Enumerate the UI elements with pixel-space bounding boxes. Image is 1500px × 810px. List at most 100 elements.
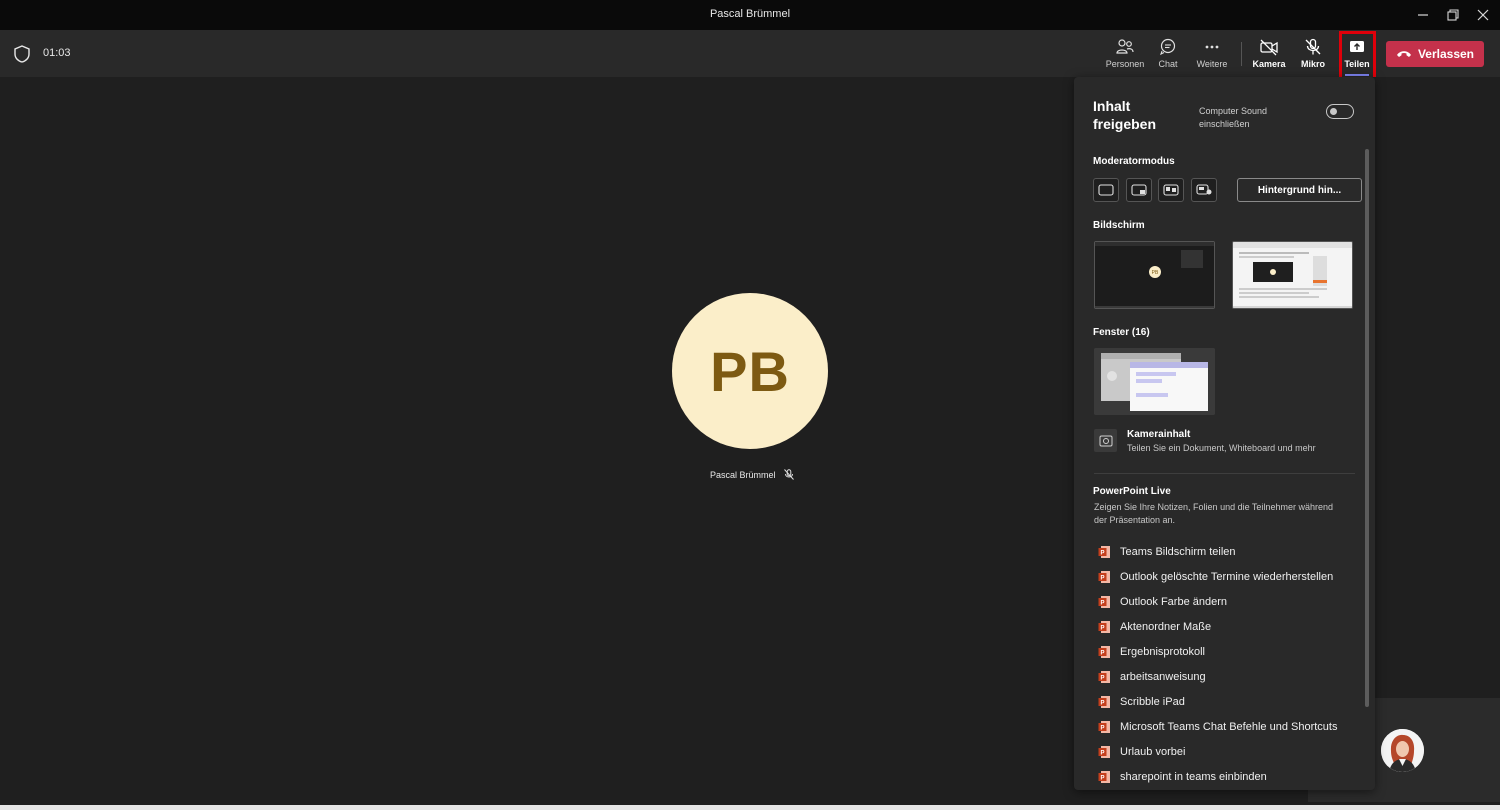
- leave-button[interactable]: Verlassen: [1386, 41, 1484, 67]
- windows-heading: Fenster (16): [1093, 327, 1150, 338]
- chat-button[interactable]: Chat: [1146, 36, 1190, 74]
- more-icon: [1205, 45, 1219, 49]
- powerpoint-file-icon: P: [1098, 745, 1111, 759]
- powerpoint-file-name: Scribble iPad: [1120, 695, 1185, 708]
- svg-text:P: P: [1100, 775, 1104, 781]
- meeting-timer: 01:03: [43, 47, 71, 59]
- mode-reporter-button[interactable]: [1191, 178, 1217, 202]
- leave-label: Verlassen: [1417, 47, 1475, 61]
- powerpoint-file-icon: P: [1098, 570, 1111, 584]
- powerpoint-file-item[interactable]: P Scribble iPad: [1098, 689, 1358, 714]
- svg-text:P: P: [1100, 675, 1104, 681]
- powerpoint-file-icon: P: [1098, 720, 1111, 734]
- svg-text:P: P: [1100, 550, 1104, 556]
- camera-content-subtitle: Teilen Sie ein Dokument, Whiteboard und …: [1127, 443, 1316, 453]
- window-title: Pascal Brümmel: [709, 8, 791, 20]
- chat-label: Chat: [1158, 59, 1178, 69]
- svg-text:P: P: [1100, 725, 1104, 731]
- powerpoint-file-icon: P: [1098, 545, 1111, 559]
- mic-label: Mikro: [1300, 59, 1325, 69]
- participant-name: Pascal Brümmel: [710, 469, 776, 480]
- powerpoint-subtitle: Zeigen Sie Ihre Notizen, Folien und die …: [1094, 502, 1333, 525]
- powerpoint-file-name: Outlook gelöschte Termine wiederherstell…: [1120, 570, 1334, 583]
- powerpoint-file-icon: P: [1098, 645, 1111, 659]
- mic-off-icon: [1305, 38, 1321, 55]
- mic-button[interactable]: Mikro: [1291, 36, 1335, 74]
- background-button[interactable]: Hintergrund hin...: [1237, 178, 1362, 202]
- powerpoint-file-list: P Teams Bildschirm teilen P Outlook gelö…: [1098, 539, 1358, 789]
- minimize-icon[interactable]: [1414, 6, 1432, 24]
- screen-1-thumbnail[interactable]: PB: [1094, 241, 1215, 309]
- powerpoint-file-name: Aktenordner Maße: [1120, 620, 1212, 633]
- powerpoint-file-item[interactable]: P Aktenordner Maße: [1098, 614, 1358, 639]
- powerpoint-file-item[interactable]: P Microsoft Teams Chat Befehle und Short…: [1098, 714, 1358, 739]
- mode-standout-button[interactable]: [1126, 178, 1152, 202]
- people-label: Personen: [1105, 59, 1145, 69]
- svg-text:P: P: [1100, 575, 1104, 581]
- powerpoint-file-name: Outlook Farbe ändern: [1120, 595, 1228, 608]
- powerpoint-file-icon: P: [1098, 695, 1111, 709]
- camera-content-title: Kamerainhalt: [1127, 429, 1191, 440]
- panel-scrollbar[interactable]: [1365, 149, 1369, 707]
- shield-icon: [13, 44, 31, 69]
- mode-side-by-side-button[interactable]: [1158, 178, 1184, 202]
- camera-label: Kamera: [1252, 59, 1286, 69]
- powerpoint-file-icon: P: [1098, 770, 1111, 784]
- mode-content-only-button[interactable]: [1093, 178, 1119, 202]
- section-divider: [1094, 473, 1355, 474]
- participant-initials: PB: [710, 339, 790, 403]
- share-content-panel: Inhalt freigeben Computer Sound einschli…: [1074, 77, 1375, 790]
- content-only-icon: [1098, 184, 1114, 196]
- powerpoint-file-icon: P: [1098, 595, 1111, 609]
- camera-button[interactable]: Kamera: [1247, 36, 1291, 74]
- screen-heading: Bildschirm: [1093, 220, 1145, 231]
- powerpoint-file-name: Urlaub vorbei: [1120, 745, 1186, 758]
- toolbar-separator: [1241, 42, 1242, 66]
- svg-text:PB: PB: [1152, 270, 1159, 276]
- computer-sound-toggle[interactable]: [1326, 104, 1354, 119]
- taskbar-strip: [0, 805, 1500, 810]
- more-button[interactable]: Weitere: [1190, 36, 1234, 74]
- camera-content-icon: [1094, 429, 1117, 452]
- side-by-side-icon: [1163, 184, 1179, 196]
- svg-text:P: P: [1100, 750, 1104, 756]
- powerpoint-file-item[interactable]: P Teams Bildschirm teilen: [1098, 539, 1358, 564]
- camera-content-option[interactable]: Kamerainhalt Teilen Sie ein Dokument, Wh…: [1094, 429, 1364, 459]
- powerpoint-file-item[interactable]: P arbeitsanweisung: [1098, 664, 1358, 689]
- svg-text:P: P: [1100, 625, 1104, 631]
- more-label: Weitere: [1196, 59, 1228, 69]
- screen-2-thumbnail[interactable]: [1232, 241, 1353, 309]
- panel-title: Inhalt freigeben: [1093, 98, 1157, 132]
- people-button[interactable]: Personen: [1103, 36, 1147, 74]
- powerpoint-file-item[interactable]: P sharepoint in teams einbinden: [1098, 764, 1358, 789]
- participant-name-tag: Pascal Brümmel: [710, 469, 794, 480]
- powerpoint-file-icon: P: [1098, 620, 1111, 634]
- powerpoint-file-item[interactable]: P Outlook Farbe ändern: [1098, 589, 1358, 614]
- annotation-highlight-box: [1339, 31, 1376, 81]
- powerpoint-file-name: Teams Bildschirm teilen: [1120, 545, 1236, 558]
- powerpoint-file-name: arbeitsanweisung: [1120, 670, 1206, 683]
- powerpoint-file-item[interactable]: P Ergebnisprotokoll: [1098, 639, 1358, 664]
- restore-icon[interactable]: [1444, 6, 1462, 24]
- presenter-mode-heading: Moderatormodus: [1093, 156, 1175, 167]
- participant-avatar: PB: [672, 293, 828, 449]
- self-avatar: [1381, 729, 1424, 772]
- muted-mic-icon: [783, 469, 794, 480]
- window-thumbnail[interactable]: [1094, 348, 1215, 415]
- powerpoint-file-name: Microsoft Teams Chat Befehle und Shortcu…: [1120, 720, 1338, 733]
- powerpoint-file-name: sharepoint in teams einbinden: [1120, 770, 1267, 783]
- camera-off-icon: [1260, 39, 1278, 56]
- title-bar: Pascal Brümmel: [0, 0, 1500, 30]
- people-icon: [1116, 39, 1134, 54]
- powerpoint-file-item[interactable]: P Urlaub vorbei: [1098, 739, 1358, 764]
- svg-text:P: P: [1100, 650, 1104, 656]
- reporter-icon: [1196, 184, 1212, 195]
- standout-icon: [1131, 184, 1147, 196]
- close-icon[interactable]: [1474, 6, 1492, 24]
- powerpoint-file-item[interactable]: P Outlook gelöschte Termine wiederherste…: [1098, 564, 1358, 589]
- powerpoint-file-name: Ergebnisprotokoll: [1120, 645, 1205, 658]
- svg-text:P: P: [1100, 700, 1104, 706]
- svg-text:P: P: [1100, 600, 1104, 606]
- powerpoint-file-icon: P: [1098, 670, 1111, 684]
- hang-up-icon: [1396, 51, 1411, 57]
